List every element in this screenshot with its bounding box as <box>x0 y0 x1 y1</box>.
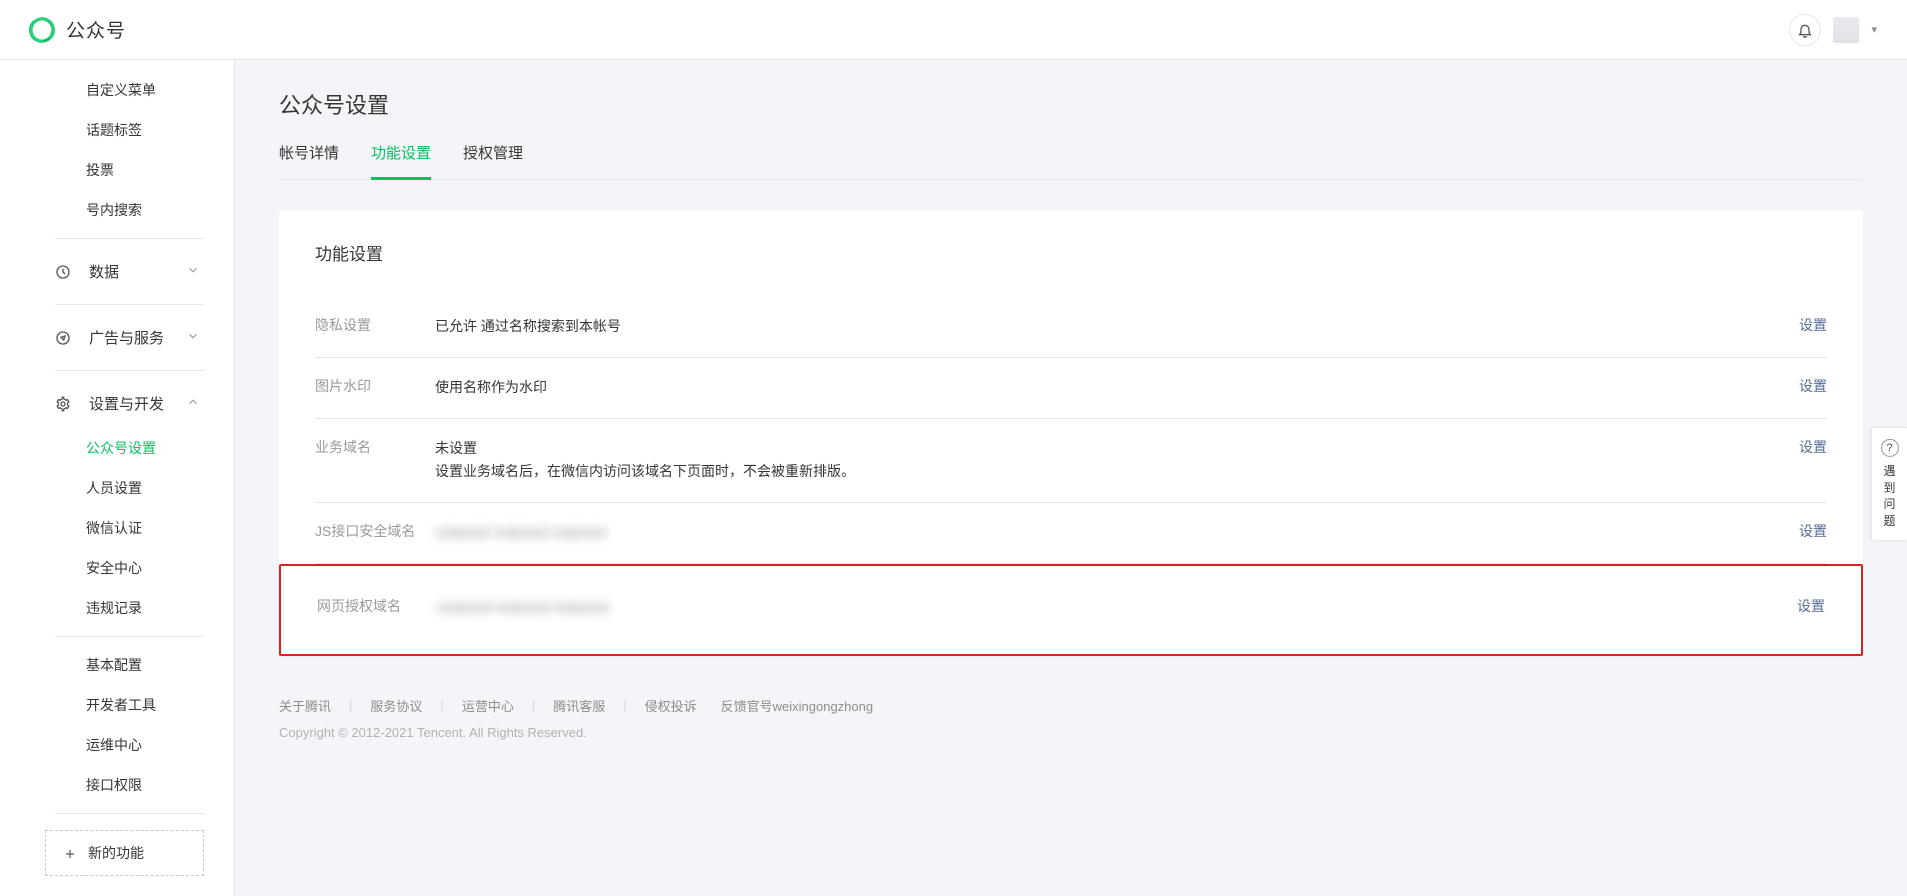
footer-link-support[interactable]: 腾讯客服 <box>553 696 605 715</box>
highlighted-row-wrap: 网页授权域名 redacted redacted redacted 设置 <box>279 564 1863 656</box>
avatar[interactable] <box>1833 17 1859 43</box>
sidebar-item-basic-config[interactable]: 基本配置 <box>0 645 234 685</box>
new-feature-label: 新的功能 <box>88 843 144 863</box>
row-action-link[interactable]: 设置 <box>1799 376 1827 396</box>
header: 公众号 ▾ <box>0 0 1907 60</box>
sidebar-item-vote[interactable]: 投票 <box>0 150 234 190</box>
section-title: 功能设置 <box>315 240 1827 265</box>
row-action-link[interactable]: 设置 <box>1799 315 1827 335</box>
row-watermark: 图片水印 使用名称作为水印 设置 <box>315 358 1827 419</box>
sidebar: 自定义菜单 话题标签 投票 号内搜索 数据 广告与服务 设置与开发 公众号设置 … <box>0 60 235 896</box>
sidebar-item-dev-tools[interactable]: 开发者工具 <box>0 685 234 725</box>
copyright: Copyright © 2012-2021 Tencent. All Right… <box>279 725 1863 740</box>
compass-icon <box>55 330 71 346</box>
row-value: 未设置 设置业务域名后，在微信内访问该域名下页面时，不会被重新排版。 <box>435 437 1799 485</box>
sidebar-item-ops-center[interactable]: 运维中心 <box>0 725 234 765</box>
footer-link-ops[interactable]: 运营中心 <box>462 696 514 715</box>
help-float-button[interactable]: ? 遇到问题 <box>1871 427 1907 541</box>
row-label: 业务域名 <box>315 437 435 457</box>
row-js-domain: JS接口安全域名 redacted redacted redacted 设置 <box>315 503 1827 564</box>
tabs: 帐号详情 功能设置 授权管理 <box>279 142 1863 180</box>
page-title: 公众号设置 <box>279 88 1863 120</box>
row-biz-domain: 业务域名 未设置 设置业务域名后，在微信内访问该域名下页面时，不会被重新排版。 … <box>315 419 1827 504</box>
footer: 关于腾讯| 服务协议| 运营中心| 腾讯客服| 侵权投诉 反馈官号weixing… <box>279 696 1863 740</box>
new-feature-button[interactable]: 新的功能 <box>45 830 204 876</box>
sidebar-group-ads[interactable]: 广告与服务 <box>0 313 234 362</box>
settings-panel: 功能设置 隐私设置 已允许 通过名称搜索到本帐号 设置 图片水印 使用名称作为水… <box>279 210 1863 656</box>
row-value: 使用名称作为水印 <box>435 376 1799 400</box>
sidebar-item-violations[interactable]: 违规记录 <box>0 588 234 628</box>
row-label: 图片水印 <box>315 376 435 396</box>
row-web-auth-domain: 网页授权域名 redacted redacted redacted 设置 <box>317 578 1825 620</box>
wechat-logo-icon <box>28 16 56 44</box>
bell-icon <box>1797 22 1813 38</box>
help-text: 遇到问题 <box>1878 463 1901 530</box>
tab-account-details[interactable]: 帐号详情 <box>279 142 339 179</box>
sidebar-group-data[interactable]: 数据 <box>0 247 234 296</box>
sidebar-group-settings-dev[interactable]: 设置与开发 <box>0 379 234 428</box>
row-value: 已允许 通过名称搜索到本帐号 <box>435 315 1799 339</box>
sidebar-item-security[interactable]: 安全中心 <box>0 548 234 588</box>
sidebar-item-account-settings[interactable]: 公众号设置 <box>0 428 234 468</box>
chevron-down-icon[interactable]: ▾ <box>1871 23 1877 36</box>
tab-function-settings[interactable]: 功能设置 <box>371 142 431 180</box>
row-privacy: 隐私设置 已允许 通过名称搜索到本帐号 设置 <box>315 297 1827 358</box>
row-label: JS接口安全域名 <box>315 521 435 541</box>
footer-feedback[interactable]: 反馈官号weixingongzhong <box>721 696 873 715</box>
sidebar-item-custom-menu[interactable]: 自定义菜单 <box>0 70 234 110</box>
sidebar-item-wechat-verify[interactable]: 微信认证 <box>0 508 234 548</box>
main-content: 公众号设置 帐号详情 功能设置 授权管理 功能设置 隐私设置 已允许 通过名称搜… <box>235 60 1907 896</box>
row-action-link[interactable]: 设置 <box>1799 437 1827 457</box>
sidebar-item-topic-tags[interactable]: 话题标签 <box>0 110 234 150</box>
footer-link-infringe[interactable]: 侵权投诉 <box>645 696 697 715</box>
notifications-button[interactable] <box>1789 14 1821 46</box>
question-icon: ? <box>1881 439 1899 457</box>
row-value: redacted redacted redacted <box>435 521 1799 545</box>
row-action-link[interactable]: 设置 <box>1799 521 1827 541</box>
sidebar-item-staff[interactable]: 人员设置 <box>0 468 234 508</box>
row-label: 网页授权域名 <box>317 596 437 616</box>
tab-auth-manage[interactable]: 授权管理 <box>463 142 523 179</box>
row-value: redacted redacted redacted <box>437 596 1797 620</box>
row-label: 隐私设置 <box>315 315 435 335</box>
plus-icon <box>64 847 76 859</box>
chevron-down-icon <box>186 329 200 346</box>
chevron-down-icon <box>186 263 200 280</box>
gear-icon <box>55 396 71 412</box>
sidebar-item-api-perm[interactable]: 接口权限 <box>0 765 234 805</box>
brand-name: 公众号 <box>66 16 126 43</box>
sidebar-item-search[interactable]: 号内搜索 <box>0 190 234 230</box>
logo[interactable]: 公众号 <box>28 16 126 44</box>
footer-link-tos[interactable]: 服务协议 <box>370 696 422 715</box>
chevron-up-icon <box>186 395 200 412</box>
clock-icon <box>55 264 71 280</box>
row-action-link[interactable]: 设置 <box>1797 596 1825 616</box>
footer-link-about[interactable]: 关于腾讯 <box>279 696 331 715</box>
